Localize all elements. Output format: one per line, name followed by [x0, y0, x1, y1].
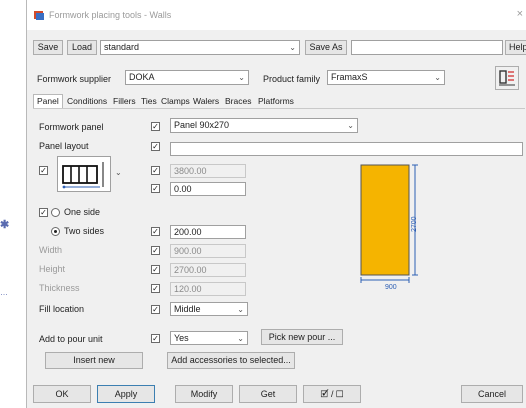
panel-layout-icon — [62, 162, 104, 189]
one-side-radio[interactable] — [51, 208, 60, 217]
tab-platforms[interactable]: Platforms — [258, 96, 294, 106]
tab-conditions[interactable]: Conditions — [67, 96, 107, 106]
panel-layout-checkbox[interactable]: ✓ — [151, 142, 160, 151]
formwork-panel-checkbox[interactable]: ✓ — [151, 122, 160, 131]
help-button[interactable]: Help — [505, 40, 526, 55]
supplier-select[interactable]: DOKA ⌄ — [125, 70, 249, 85]
product-family-value: FramaxS — [331, 72, 368, 82]
tab-clamps[interactable]: Clamps — [161, 96, 190, 106]
ok-button[interactable]: OK — [33, 385, 91, 403]
formwork-panel-label: Formwork panel — [39, 122, 104, 132]
layout-picker-checkbox[interactable]: ✓ — [39, 166, 48, 175]
width-field[interactable]: 900.00 — [170, 244, 246, 258]
add-accessories-button[interactable]: Add accessories to selected... — [167, 352, 295, 369]
tab-ties[interactable]: Ties — [141, 96, 157, 106]
close-icon[interactable]: × — [517, 8, 523, 20]
value-000-field[interactable]: 0.00 — [170, 182, 246, 196]
chevron-down-icon: ⌄ — [237, 305, 244, 314]
load-button[interactable]: Load — [67, 40, 97, 55]
preset-select[interactable]: standard ⌄ — [100, 40, 300, 55]
fill-location-checkbox[interactable]: ✓ — [151, 305, 160, 314]
height-field[interactable]: 2700.00 — [170, 263, 246, 277]
thickness-field[interactable]: 120.00 — [170, 282, 246, 296]
value-000-checkbox[interactable]: ✓ — [151, 184, 160, 193]
two-sides-radio[interactable] — [51, 227, 60, 236]
two-sides-checkbox[interactable]: ✓ — [151, 227, 160, 236]
value-3800-checkbox[interactable]: ✓ — [151, 166, 160, 175]
formwork-tool-icon — [499, 70, 515, 86]
chevron-down-icon: ⌄ — [238, 73, 245, 82]
height-label: Height — [39, 264, 66, 274]
panel-layout-label: Panel layout — [39, 141, 89, 151]
layout-chevron-down-icon[interactable]: ⌄ — [115, 168, 122, 177]
add-to-pour-checkbox[interactable]: ✓ — [151, 334, 160, 343]
width-checkbox[interactable]: ✓ — [151, 246, 160, 255]
layout-picker[interactable] — [57, 156, 111, 192]
add-to-pour-label: Add to pour unit — [39, 334, 103, 344]
save-button[interactable]: Save — [33, 40, 63, 55]
formwork-panel-value: Panel 90x270 — [174, 120, 230, 130]
panel-layout-field[interactable] — [170, 142, 523, 156]
height-dimension-label: 2700 — [411, 216, 418, 232]
edge-mark-dots: … — [0, 288, 8, 297]
chevron-down-icon: ⌄ — [289, 43, 296, 52]
edge-mark-star: ✱ — [0, 219, 10, 231]
preset-value: standard — [104, 42, 140, 52]
modify-button[interactable]: Modify — [175, 385, 233, 403]
add-to-pour-select[interactable]: Yes ⌄ — [170, 331, 248, 345]
get-button[interactable]: Get — [239, 385, 297, 403]
fill-location-value: Middle — [174, 304, 201, 314]
width-label: Width — [39, 245, 63, 255]
pick-new-pour-button[interactable]: Pick new pour ... — [261, 329, 343, 345]
window-title: Formwork placing tools - Walls — [49, 10, 172, 20]
tab-walers[interactable]: Walers — [193, 96, 219, 106]
app-icon — [34, 11, 44, 20]
product-family-select[interactable]: FramaxS ⌄ — [327, 70, 445, 85]
panel-preview-shape — [360, 164, 410, 276]
apply-button[interactable]: Apply — [97, 385, 155, 403]
two-sides-field[interactable]: 200.00 — [170, 225, 246, 239]
cancel-button[interactable]: Cancel — [461, 385, 523, 403]
supplier-label: Formwork supplier — [37, 74, 112, 84]
save-as-button[interactable]: Save As — [305, 40, 347, 55]
save-as-field[interactable] — [351, 40, 503, 55]
title-bar: Formwork placing tools - Walls × — [27, 0, 526, 30]
tab-braces[interactable]: Braces — [225, 96, 251, 106]
product-family-label: Product family — [263, 74, 321, 84]
sides-checkbox[interactable]: ✓ — [39, 208, 48, 217]
insert-new-button[interactable]: Insert new — [45, 352, 143, 369]
one-side-label: One side — [64, 207, 101, 217]
toggle-all-button[interactable]: 🗹 / ☐ — [303, 385, 361, 403]
height-checkbox[interactable]: ✓ — [151, 265, 160, 274]
add-to-pour-value: Yes — [174, 333, 189, 343]
fill-location-label: Fill location — [39, 304, 85, 314]
width-dimension-label: 900 — [385, 284, 397, 291]
fill-location-select[interactable]: Middle ⌄ — [170, 302, 248, 316]
tab-strip: Panel Conditions Fillers Ties Clamps Wal… — [33, 94, 523, 108]
tab-fillers[interactable]: Fillers — [113, 96, 136, 106]
chevron-down-icon: ⌄ — [347, 121, 354, 130]
formwork-panel-select[interactable]: Panel 90x270 ⌄ — [170, 118, 358, 133]
value-3800-field[interactable]: 3800.00 — [170, 164, 246, 178]
two-sides-label: Two sides — [64, 226, 105, 236]
thickness-label: Thickness — [39, 283, 80, 293]
panel-preview — [360, 164, 418, 283]
tab-panel[interactable]: Panel — [33, 94, 63, 108]
chevron-down-icon: ⌄ — [237, 334, 244, 343]
supplier-value: DOKA — [129, 72, 155, 82]
chevron-down-icon: ⌄ — [434, 73, 441, 82]
formwork-dialog: Formwork placing tools - Walls × Save Lo… — [26, 0, 526, 408]
formwork-tool-button[interactable] — [495, 66, 519, 90]
thickness-checkbox[interactable]: ✓ — [151, 284, 160, 293]
